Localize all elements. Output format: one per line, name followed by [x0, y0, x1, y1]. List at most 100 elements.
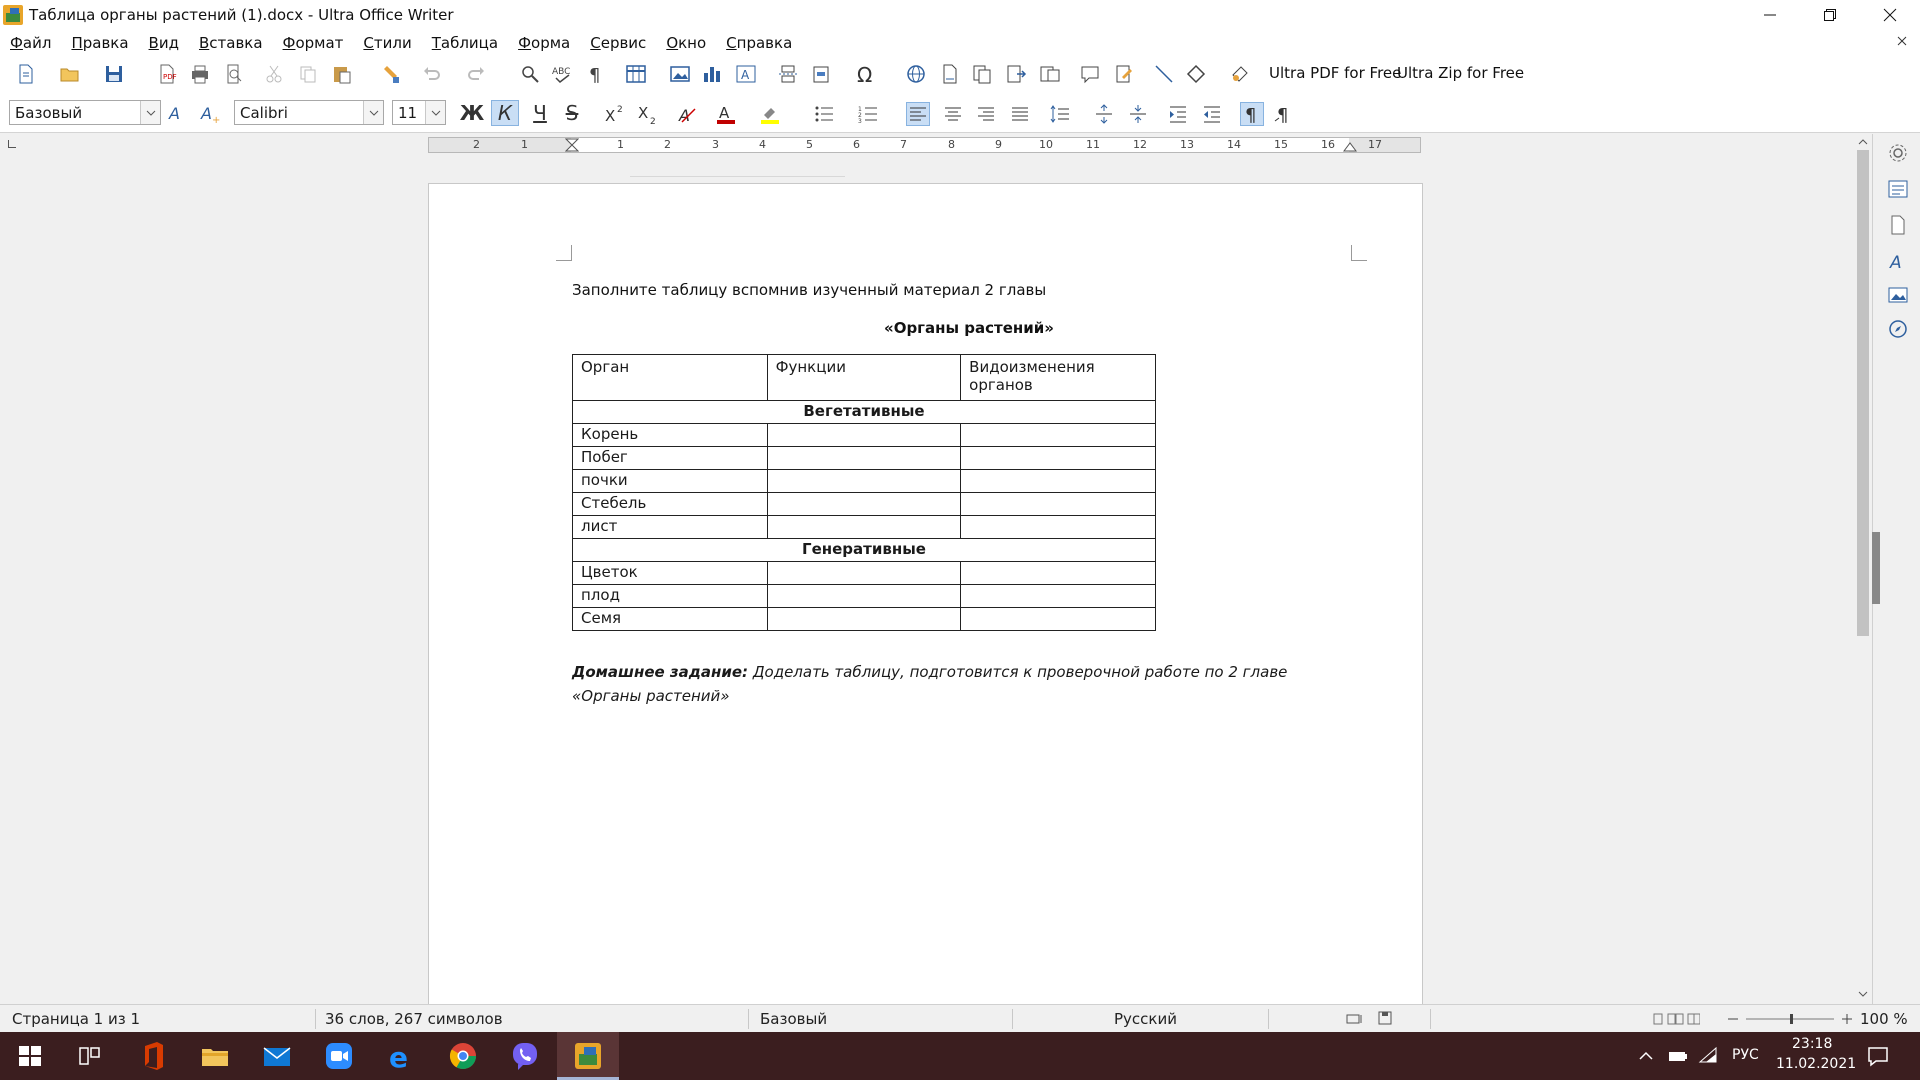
wifi-icon[interactable]	[1698, 1046, 1718, 1066]
text-language[interactable]: Русский	[1114, 1010, 1177, 1028]
page[interactable]: Заполните таблицу вспомнив изученный мат…	[428, 183, 1423, 1004]
chrome-icon[interactable]	[447, 1040, 479, 1072]
clock-date[interactable]: 11.02.2021	[1776, 1056, 1856, 1072]
properties-icon[interactable]	[1887, 178, 1909, 200]
notification-center-icon[interactable]	[1866, 1044, 1890, 1068]
restore-button[interactable]	[1800, 0, 1860, 30]
underline-button[interactable]: Ч	[526, 100, 554, 126]
table-cell-organ[interactable]: почки	[572, 469, 768, 493]
menu-tools[interactable]: Сервис	[590, 34, 656, 52]
mail-icon[interactable]	[261, 1040, 293, 1072]
formatting-marks-icon[interactable]: ¶	[584, 62, 608, 86]
ultra-zip-link[interactable]: Ultra Zip for Free	[1397, 64, 1524, 82]
gallery-icon[interactable]	[1887, 284, 1909, 306]
zoom-app-icon[interactable]	[323, 1040, 355, 1072]
ultra-office-taskbar-icon[interactable]	[572, 1040, 604, 1072]
cross-reference-icon[interactable]	[1004, 62, 1028, 86]
align-right-icon[interactable]	[974, 102, 998, 126]
bullet-list-icon[interactable]	[812, 102, 836, 126]
basic-shapes-icon[interactable]	[1184, 62, 1208, 86]
menu-format[interactable]: Формат	[283, 34, 354, 52]
align-left-icon[interactable]	[906, 102, 930, 126]
table-cell-functions[interactable]	[766, 446, 962, 470]
save-icon[interactable]	[102, 62, 126, 86]
update-style-icon[interactable]: A	[166, 101, 190, 125]
insert-line-icon[interactable]	[1152, 62, 1176, 86]
insert-textbox-icon[interactable]: A	[734, 62, 758, 86]
right-indent-marker-icon[interactable]	[1343, 140, 1357, 152]
increase-paragraph-spacing-icon[interactable]	[1092, 102, 1116, 126]
menu-view[interactable]: Вид	[149, 34, 189, 52]
minimize-button[interactable]	[1740, 0, 1800, 30]
insert-mode-icon[interactable]	[1346, 1013, 1364, 1025]
clock-time[interactable]: 23:18	[1792, 1036, 1832, 1052]
table-cell-functions[interactable]	[766, 515, 962, 539]
close-document-icon[interactable]	[1894, 33, 1910, 49]
navigator-icon[interactable]	[1887, 318, 1909, 340]
page-style[interactable]: Базовый	[760, 1010, 827, 1028]
indent-marker-icon[interactable]	[565, 138, 579, 152]
table-cell-modifications[interactable]	[960, 492, 1156, 516]
left-to-right-icon[interactable]: ¶	[1240, 102, 1264, 126]
file-explorer-icon[interactable]	[199, 1040, 231, 1072]
paragraph-style-select[interactable]: Базовый	[9, 100, 161, 125]
clone-formatting-icon[interactable]	[380, 62, 404, 86]
table-header-cell[interactable]: Функции	[766, 354, 962, 401]
superscript-icon[interactable]: X2	[603, 102, 627, 126]
bold-button[interactable]: Ж	[458, 100, 486, 126]
table-header-cell[interactable]: Видоизменения органов	[960, 354, 1156, 401]
gear-icon[interactable]	[1887, 142, 1909, 164]
menu-styles[interactable]: Стили	[363, 34, 421, 52]
undo-icon[interactable]	[420, 62, 444, 86]
save-status-icon[interactable]	[1378, 1011, 1392, 1025]
copy-icon[interactable]	[296, 62, 320, 86]
right-to-left-icon[interactable]: ¶	[1272, 102, 1296, 126]
find-replace-icon[interactable]	[518, 62, 542, 86]
menu-help[interactable]: Справка	[726, 34, 802, 52]
page-break-icon[interactable]	[776, 62, 800, 86]
horizontal-ruler[interactable]: 2 1 1 2 3 4 5 6 7 8 9 10 11 12 13 14 15 …	[428, 137, 1421, 153]
comment-icon[interactable]	[1078, 62, 1102, 86]
scrollbar-thumb[interactable]	[1857, 150, 1869, 636]
insert-chart-icon[interactable]	[700, 62, 724, 86]
bookmark-icon[interactable]	[1038, 62, 1062, 86]
clear-formatting-icon[interactable]: A	[676, 102, 700, 126]
open-folder-icon[interactable]	[58, 62, 82, 86]
instruction-paragraph[interactable]: Заполните таблицу вспомнив изученный мат…	[572, 281, 1046, 299]
table-cell-functions[interactable]	[766, 607, 962, 631]
section-generative[interactable]: Генеративные	[572, 538, 1156, 562]
print-icon[interactable]	[188, 62, 212, 86]
table-cell-organ[interactable]: Цветок	[572, 561, 768, 585]
scroll-up-icon[interactable]	[1857, 136, 1869, 148]
organs-table[interactable]: Орган Функции Видоизменения органов Веге…	[572, 354, 1156, 631]
spelling-icon[interactable]: ABC	[550, 62, 574, 86]
table-cell-modifications[interactable]	[960, 584, 1156, 608]
redo-icon[interactable]	[464, 62, 488, 86]
line-spacing-icon[interactable]	[1048, 102, 1072, 126]
table-cell-organ[interactable]: Корень	[572, 423, 768, 447]
special-character-icon[interactable]: Ω	[854, 62, 878, 86]
viber-icon[interactable]	[509, 1040, 541, 1072]
table-cell-functions[interactable]	[766, 584, 962, 608]
menu-form[interactable]: Форма	[518, 34, 580, 52]
zoom-level[interactable]: 100 %	[1860, 1010, 1908, 1028]
font-name-select[interactable]: Calibri	[234, 100, 384, 125]
table-cell-organ[interactable]: плод	[572, 584, 768, 608]
input-language[interactable]: РУС	[1732, 1047, 1759, 1063]
document-heading[interactable]: «Органы растений»	[884, 319, 1054, 337]
cut-icon[interactable]	[262, 62, 286, 86]
styles-icon[interactable]: A	[1887, 250, 1909, 272]
numbered-list-icon[interactable]: 123	[856, 102, 880, 126]
menu-file[interactable]: Файл	[10, 34, 61, 52]
increase-indent-icon[interactable]	[1166, 102, 1190, 126]
endnote-icon[interactable]	[970, 62, 994, 86]
track-changes-icon[interactable]	[1112, 62, 1136, 86]
close-window-button[interactable]	[1860, 0, 1920, 30]
align-center-icon[interactable]	[941, 102, 965, 126]
task-view-icon[interactable]	[74, 1040, 106, 1072]
draw-functions-icon[interactable]	[1228, 62, 1252, 86]
table-cell-functions[interactable]	[766, 561, 962, 585]
table-cell-modifications[interactable]	[960, 446, 1156, 470]
justify-icon[interactable]	[1008, 102, 1032, 126]
menu-window[interactable]: Окно	[666, 34, 716, 52]
